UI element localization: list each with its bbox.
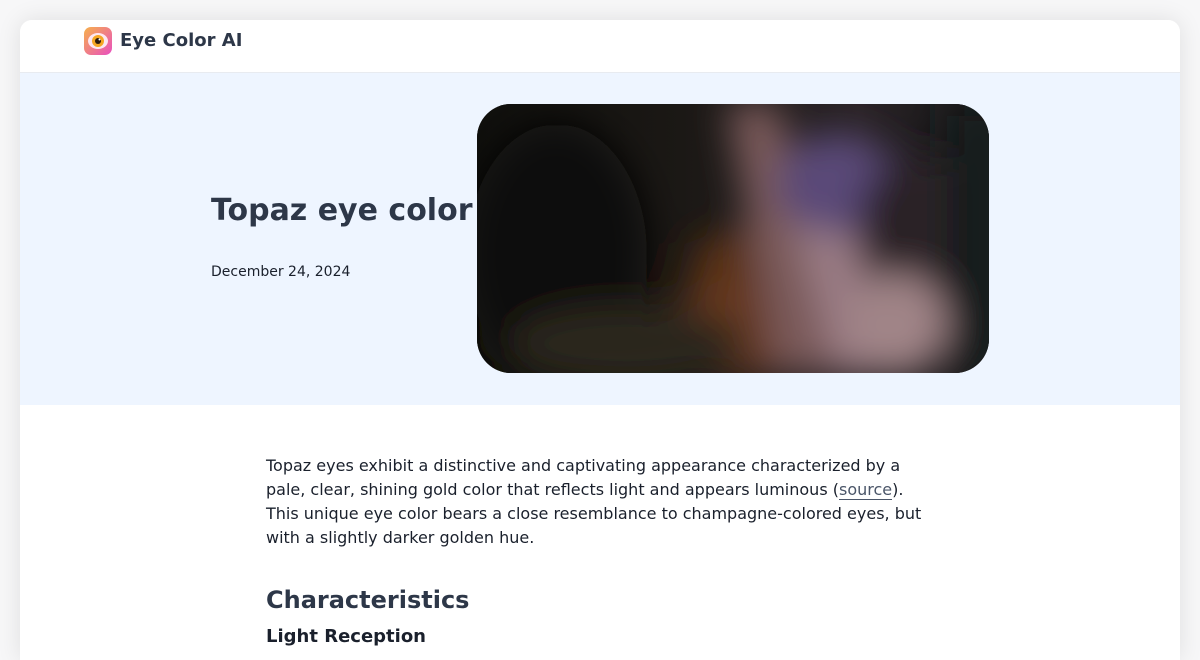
subheading: Light Reception	[266, 626, 426, 647]
home-logo-link[interactable]: Eye Color AI	[84, 27, 242, 55]
brand-name: Eye Color AI	[120, 30, 243, 51]
hero-image	[477, 104, 989, 373]
eye-logo-icon	[84, 27, 112, 55]
article-body: Topaz eyes exhibit a distinctive and cap…	[266, 454, 934, 650]
site-header: Eye Color AI	[20, 20, 1180, 73]
page-card: Eye Color AI Topaz eye color December 24…	[20, 20, 1180, 660]
section-heading: Characteristics	[266, 586, 470, 614]
intro-text-part1: Topaz eyes exhibit a distinctive and cap…	[266, 456, 901, 499]
page-title: Topaz eye color	[211, 193, 473, 228]
hero-section: Topaz eye color December 24, 2024	[20, 73, 1180, 405]
intro-paragraph: Topaz eyes exhibit a distinctive and cap…	[266, 454, 934, 550]
publish-date: December 24, 2024	[211, 264, 351, 280]
source-link[interactable]: source	[838, 480, 893, 500]
